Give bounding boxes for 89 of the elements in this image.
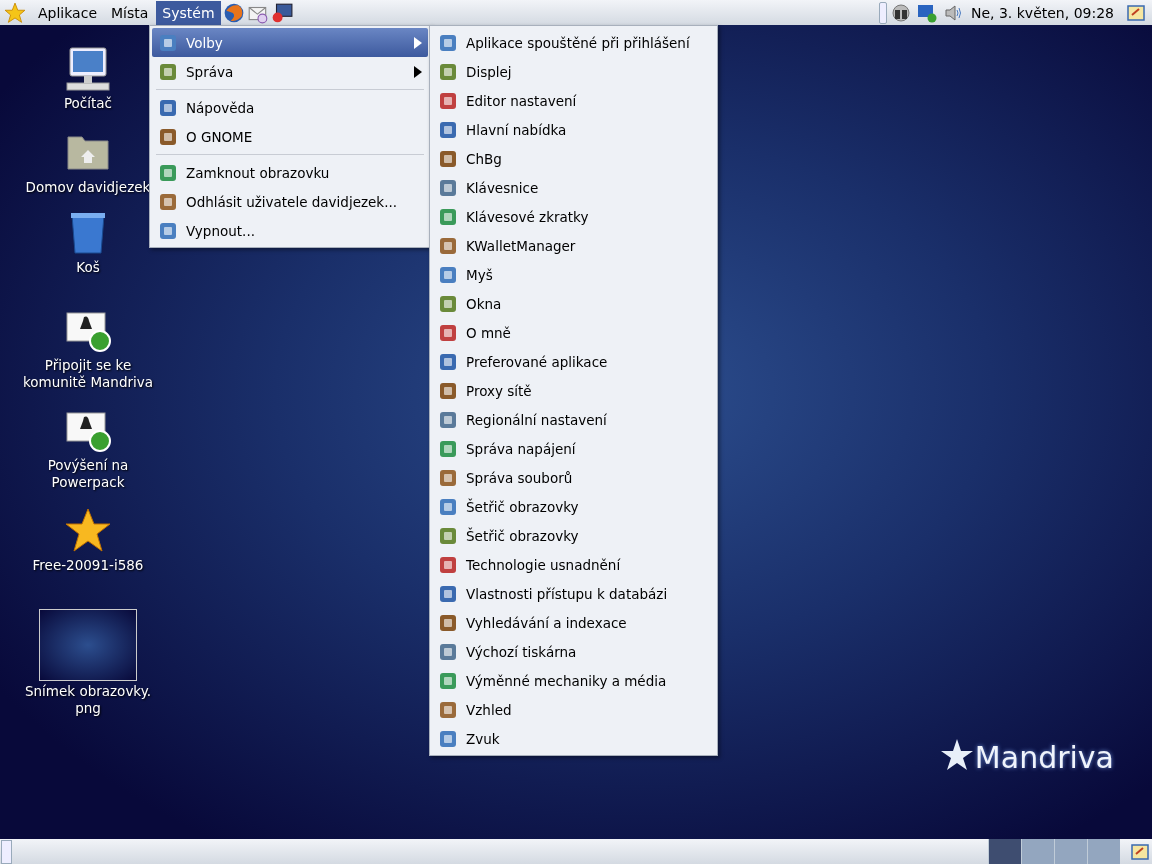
menu-item[interactable]: Aplikace spouštěné při přihlášení (432, 28, 715, 57)
desktop-icon-label[interactable]: Počítač (63, 95, 113, 112)
app-icon (438, 235, 458, 256)
panel-menu[interactable]: Systém (156, 0, 221, 25)
desktop-icon-label[interactable]: Povýšení na Powerpack (18, 457, 158, 491)
menu-item[interactable]: Klávesnice (432, 173, 715, 202)
logo-wordmark: Mandriva (934, 737, 1114, 777)
note-icon[interactable] (1126, 2, 1146, 23)
menu-item[interactable]: Výměnné mechaniky a média (432, 666, 715, 695)
menu-item[interactable]: Preferované aplikace (432, 347, 715, 376)
menu-item[interactable]: Správa napájení (432, 434, 715, 463)
desktop-icon-label[interactable]: Koš (76, 259, 100, 276)
app-icon (158, 126, 178, 147)
menu-item[interactable]: Výchozí tiskárna (432, 637, 715, 666)
menu-item[interactable]: Okna (432, 289, 715, 318)
app-icon (438, 583, 458, 604)
app-icon (158, 61, 178, 82)
menu-item[interactable]: Správa souborů (432, 463, 715, 492)
app-icon (438, 177, 458, 198)
app-icon (438, 206, 458, 227)
app-icon (438, 525, 458, 546)
binoculars-icon[interactable] (890, 2, 911, 23)
app-icon (438, 322, 458, 343)
app-icon (438, 61, 458, 82)
menu-item[interactable]: Vyhledávání a indexace (432, 608, 715, 637)
desktop-icon-label[interactable]: Domov davidjezek (25, 179, 151, 196)
network-icon[interactable] (916, 2, 937, 23)
menu-item[interactable]: Editor nastavení (432, 86, 715, 115)
speaker-icon[interactable] (942, 2, 963, 23)
app-icon (158, 97, 178, 118)
clock[interactable]: Ne, 3. květen, 09:28 (970, 4, 1114, 21)
globe-icon[interactable] (222, 1, 245, 24)
star-icon[interactable] (64, 507, 112, 555)
menu-item[interactable]: Volby (152, 28, 428, 57)
menu-item[interactable]: O mně (432, 318, 715, 347)
app-icon (438, 612, 458, 633)
menu-item[interactable]: Klávesové zkratky (432, 202, 715, 231)
app-icon (158, 220, 178, 241)
app-icon (438, 32, 458, 53)
menu-item[interactable]: O GNOME (152, 122, 428, 151)
monitor-icon[interactable] (270, 1, 293, 24)
panel-menu[interactable]: Místa (105, 0, 155, 25)
tray-toggle[interactable] (878, 1, 887, 24)
note-icon[interactable] (1130, 841, 1150, 862)
app-icon (158, 162, 178, 183)
menu-item[interactable]: ChBg (432, 144, 715, 173)
menu-item[interactable]: Displej (432, 57, 715, 86)
menu-item[interactable]: Vzhled (432, 695, 715, 724)
menu-item[interactable]: Myš (432, 260, 715, 289)
app-icon (438, 699, 458, 720)
panel-menu[interactable]: Aplikace (32, 0, 103, 25)
app-icon (438, 438, 458, 459)
app-icon (438, 264, 458, 285)
workspace-button[interactable] (988, 839, 1021, 864)
menu-item[interactable]: Odhlásit uživatele davidjezek... (152, 187, 428, 216)
app-icon (438, 641, 458, 662)
menu-item[interactable]: Technologie usnadnění (432, 550, 715, 579)
app-icon (438, 467, 458, 488)
app-icon (438, 351, 458, 372)
menu-item[interactable]: Zvuk (432, 724, 715, 753)
app-icon (438, 496, 458, 517)
menu-item[interactable]: Šetřič obrazovky (432, 492, 715, 521)
app-icon (438, 380, 458, 401)
app-icon (438, 148, 458, 169)
app-icon (438, 670, 458, 691)
menu-item[interactable]: KWalletManager (432, 231, 715, 260)
menu-item[interactable]: Nápověda (152, 93, 428, 122)
menu-item[interactable]: Šetřič obrazovky (432, 521, 715, 550)
app-icon (438, 728, 458, 749)
computer-icon[interactable] (64, 45, 112, 93)
screenshot-thumbnail[interactable] (39, 609, 137, 681)
menu-item[interactable]: Hlavní nabídka (432, 115, 715, 144)
app-icon (438, 119, 458, 140)
menu-item[interactable]: Správa (152, 57, 428, 86)
app-icon (438, 90, 458, 111)
star-icon[interactable] (4, 1, 26, 24)
menu-item[interactable]: Vypnout... (152, 216, 428, 245)
app-icon (158, 32, 178, 53)
desktop-icon-label[interactable]: Free-20091-i586 (32, 557, 144, 574)
app-icon (438, 293, 458, 314)
app-icon (438, 554, 458, 575)
menu-item[interactable]: Zamknout obrazovku (152, 158, 428, 187)
desktop-icon-label[interactable]: Připojit se ke komunitě Mandriva (18, 357, 158, 391)
menu-item[interactable]: Vlastnosti přístupu k databázi (432, 579, 715, 608)
app-icon (158, 191, 178, 212)
menu-item[interactable]: Proxy sítě (432, 376, 715, 405)
desktop-icon-label[interactable]: Snímek obrazovky. png (18, 683, 158, 717)
app-icon (438, 409, 458, 430)
menu-item[interactable]: Regionální nastavení (432, 405, 715, 434)
